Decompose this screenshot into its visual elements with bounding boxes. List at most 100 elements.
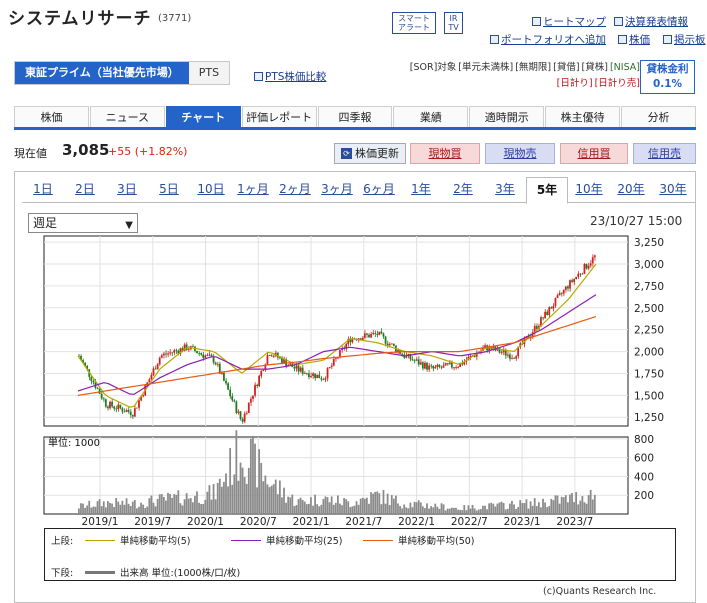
volume-bar: [424, 508, 426, 514]
volume-bar: [372, 493, 374, 514]
volume-bar: [233, 474, 236, 514]
volume-bar: [395, 495, 397, 514]
volume-bar: [589, 489, 592, 514]
volume-bar: [351, 506, 354, 514]
volume-bar: [577, 504, 580, 514]
candle-body: [202, 354, 205, 358]
candle-body: [158, 357, 161, 365]
candle-body: [316, 374, 319, 379]
volume-bar: [403, 504, 406, 514]
candle-body: [500, 352, 503, 354]
volume-bar: [214, 499, 217, 514]
candle-body: [252, 395, 254, 399]
volume-bar: [100, 506, 103, 514]
chart-legend: 上段: 単純移動平均(5) 単純移動平均(25) 単純移動平均(50) 下段: …: [44, 528, 676, 581]
volume-bar: [220, 486, 223, 514]
volume-bar: [471, 504, 474, 514]
candle-body: [272, 356, 275, 357]
volume-bar: [482, 505, 484, 514]
candle-body: [109, 401, 111, 409]
volume-bar: [285, 502, 287, 514]
price-tick-label: 2,000: [634, 347, 664, 359]
candle-body: [430, 365, 433, 367]
candle-body: [243, 413, 246, 422]
volume-bar: [312, 505, 314, 514]
volume-bar: [500, 501, 503, 514]
candle-body: [227, 383, 229, 390]
candle-body: [107, 406, 109, 409]
candle-body: [564, 286, 567, 290]
volume-bar: [359, 498, 362, 514]
volume-bar: [581, 496, 584, 514]
volume-bar: [318, 506, 321, 514]
volume-bar: [86, 505, 89, 514]
price-tick-label: 2,750: [634, 281, 664, 293]
volume-bar: [181, 505, 184, 514]
volume-bar: [434, 503, 437, 514]
volume-bar: [305, 504, 308, 514]
candle-body: [370, 334, 372, 338]
volume-bar: [573, 502, 575, 514]
volume-bar: [291, 494, 294, 514]
volume-bar: [552, 500, 555, 514]
volume-bar: [517, 507, 520, 514]
volume-bar: [119, 504, 122, 514]
volume-bar: [138, 506, 140, 514]
volume-bar: [504, 509, 507, 514]
date-tick-label: 2021/1: [293, 516, 330, 528]
volume-swatch: [85, 570, 115, 574]
volume-bar: [388, 505, 391, 514]
volume-bar: [92, 506, 95, 514]
volume-bar: [206, 491, 209, 514]
lower-label: 下段:: [51, 568, 74, 579]
volume-bar: [349, 507, 352, 514]
candle-body: [366, 333, 368, 335]
candle-body: [233, 400, 236, 402]
candle-body: [415, 359, 418, 361]
volume-bar: [113, 507, 115, 514]
price-tick-label: 3,000: [634, 259, 664, 271]
candle-body: [508, 354, 511, 359]
volume-bar: [121, 500, 124, 514]
ma5-label: 単純移動平均(5): [120, 536, 191, 547]
volume-bar: [529, 501, 532, 514]
volume-bar: [202, 503, 205, 514]
candle-body: [289, 363, 292, 365]
volume-bar: [492, 503, 495, 514]
ma5-swatch: [85, 539, 115, 541]
candle-body: [247, 402, 250, 413]
volume-bar: [247, 467, 250, 514]
candle-body: [560, 293, 563, 294]
candle-body: [556, 295, 559, 299]
volume-bar: [558, 503, 561, 514]
ma25-label: 単純移動平均(25): [266, 536, 343, 547]
volume-bar: [446, 508, 449, 514]
volume-bar: [591, 499, 594, 514]
volume-bar: [432, 507, 435, 514]
volume-bar: [469, 508, 472, 514]
candle-body: [229, 389, 232, 397]
volume-bar: [152, 502, 155, 514]
candle-body: [115, 408, 118, 410]
candle-body: [160, 355, 163, 358]
candle-body: [113, 406, 115, 409]
volume-bar: [382, 489, 385, 514]
candle-body: [260, 370, 263, 376]
volume-bar: [450, 507, 453, 514]
volume-bar: [587, 495, 590, 514]
volume-bar: [353, 505, 356, 514]
date-axis-labels: 2019/1 2019/7 2020/1 2020/7 2021/1 2021/7 2022…: [82, 516, 594, 528]
volume-bar: [283, 487, 285, 514]
volume-bar: [345, 499, 348, 514]
volume-bar: [107, 501, 109, 514]
volume-bar: [459, 509, 462, 514]
volume-bar: [326, 497, 329, 514]
volume-bar: [540, 507, 542, 514]
volume-bar: [272, 484, 275, 514]
volume-bar: [136, 508, 138, 514]
volume-bar: [129, 506, 132, 514]
candle-body: [187, 349, 190, 351]
volume-bar: [508, 503, 511, 514]
volume-bar: [442, 504, 445, 514]
volume-bar: [148, 498, 151, 514]
